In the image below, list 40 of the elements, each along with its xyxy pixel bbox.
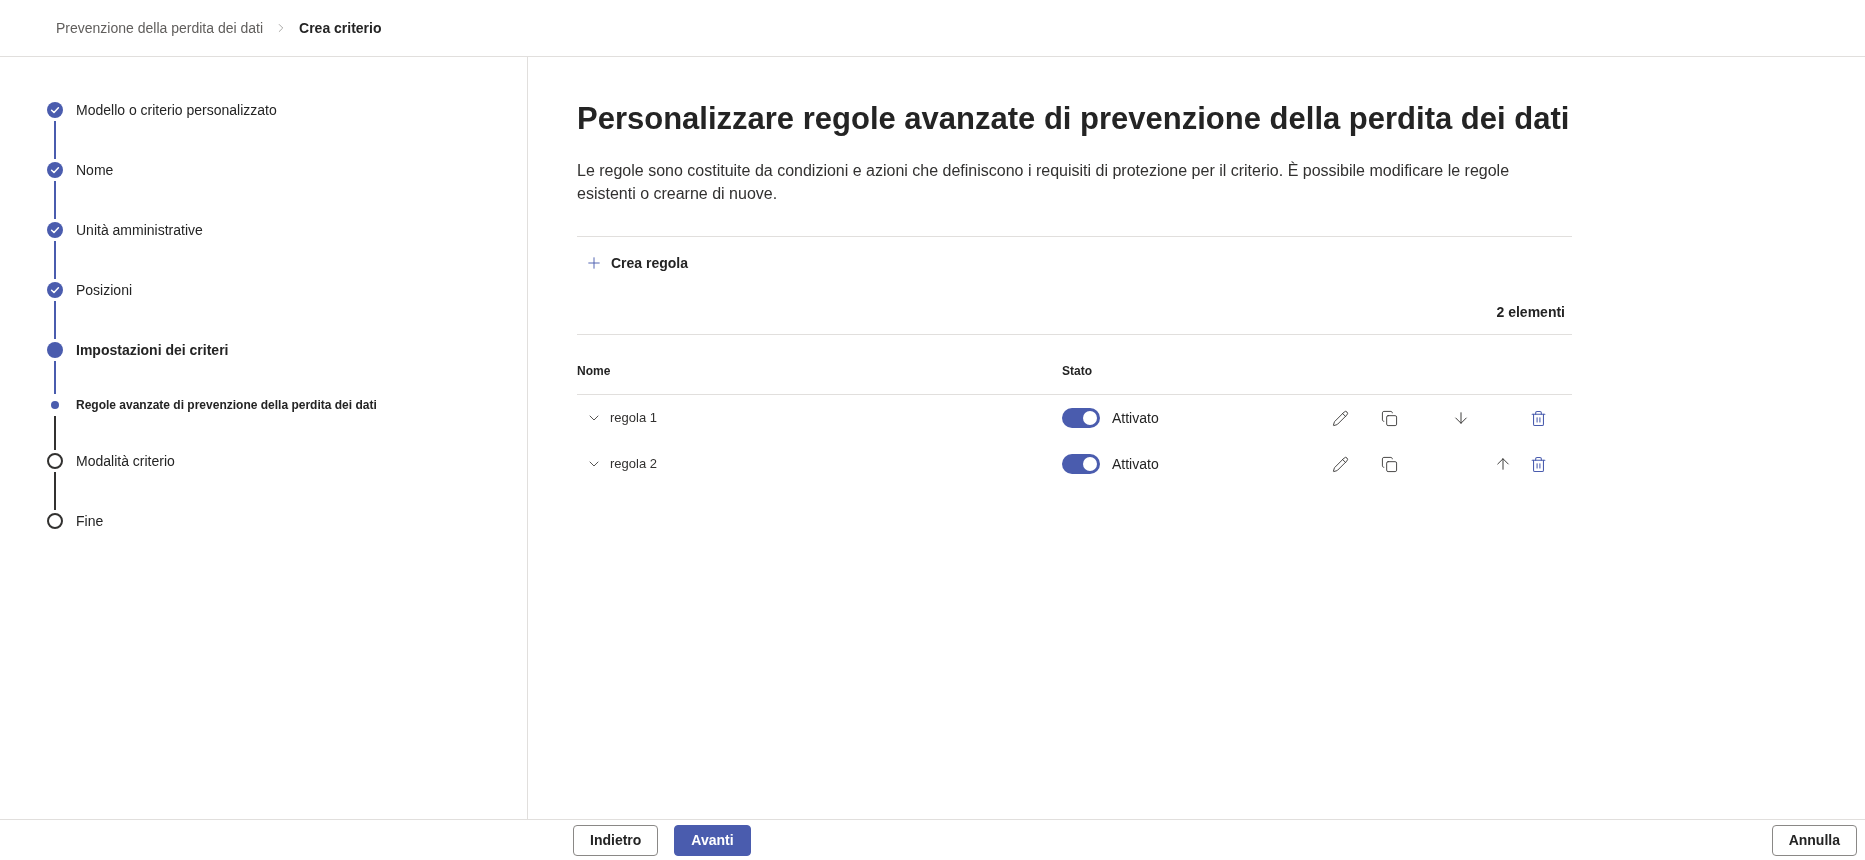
column-header: Stato (1062, 364, 1092, 378)
trash-icon (1529, 455, 1547, 473)
toggle-switch[interactable] (1062, 454, 1100, 474)
toggle-label: Attivato (1112, 454, 1159, 474)
step-connector (54, 181, 56, 219)
page-description: Le regole sono costituite da condizioni e azioni che definiscono i requisiti di protezione per il criterio. È possibile modificare le regole esistenti o crearne di nuove. (577, 160, 1511, 204)
breadcrumb-link[interactable]: Prevenzione della perdita dei dati (56, 17, 264, 39)
step-label: Nome (76, 162, 114, 178)
step-connector (54, 361, 56, 394)
step-label: Posizioni (76, 282, 133, 298)
copy-icon (1380, 409, 1398, 427)
step-label: Modello o criterio personalizzato (76, 102, 277, 118)
step-label: Modalità criterio (76, 453, 175, 469)
step-label: Impostazioni dei criteri (76, 342, 229, 358)
breadcrumb-current: Crea criterio (299, 18, 382, 38)
item-count: 2 elementi (1496, 303, 1565, 322)
plus-icon (585, 254, 603, 272)
page-title: Personalizzare regole avanzate di prevenzione della perdita dei dati (577, 100, 1571, 138)
copy-icon (1380, 455, 1398, 473)
step-connector (54, 416, 56, 450)
step-label: Fine (76, 513, 104, 529)
step-connector (54, 121, 56, 159)
cancel-button[interactable]: Annulla (1771, 824, 1857, 856)
arrow-down-icon (1452, 409, 1470, 427)
toggle-switch[interactable] (1062, 408, 1100, 428)
toggle-label: Attivato (1112, 408, 1159, 428)
create-rule-button[interactable]: Crea regola (577, 243, 697, 283)
rule-name: regola 2 (610, 455, 657, 474)
step-connector (54, 241, 56, 279)
step-label: Regole avanzate di prevenzione della perdita dei dati (76, 397, 377, 413)
column-header: Nome (577, 364, 611, 378)
step-connector (54, 301, 56, 339)
step-connector (54, 472, 56, 510)
rule-name: regola 1 (610, 409, 657, 428)
pencil-icon (1331, 455, 1349, 473)
trash-icon (1529, 409, 1547, 427)
primary-button[interactable]: Avanti (674, 824, 751, 856)
pencil-icon (1331, 409, 1349, 427)
secondary-button[interactable]: Indietro (573, 824, 659, 856)
step-label: Unità amministrative (76, 222, 203, 238)
